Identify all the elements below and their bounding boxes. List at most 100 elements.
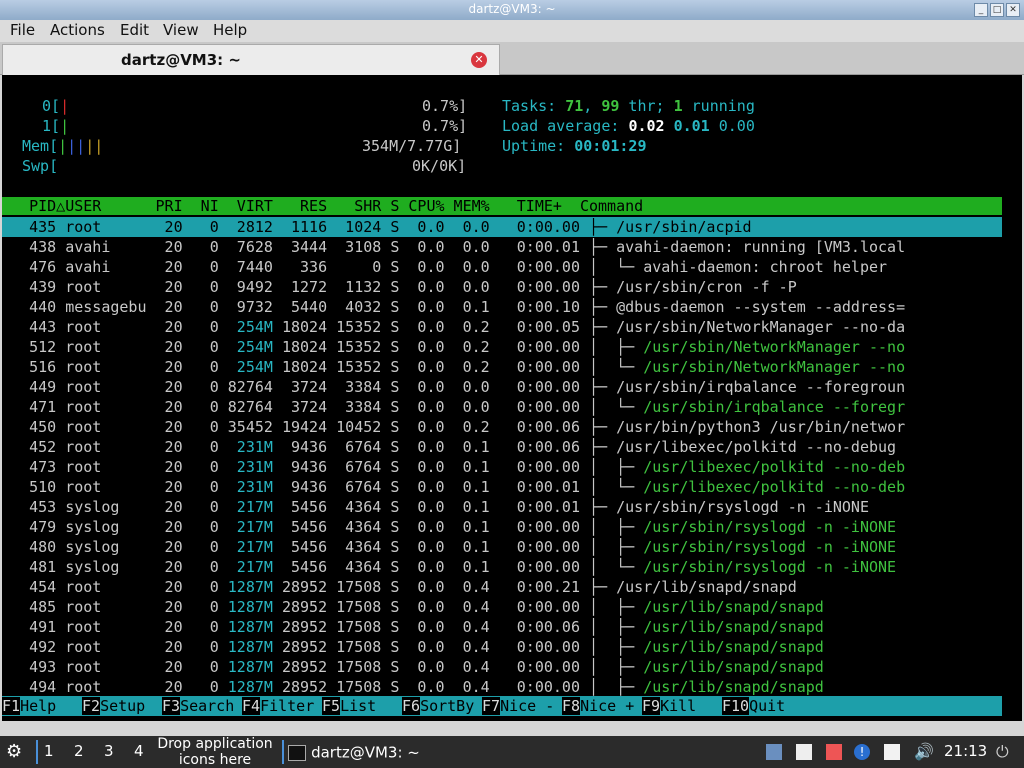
process-row[interactable]: 449 root 20 0 82764 3724 3384 S 0.0 0.0 … [2,377,905,397]
power-icon[interactable]: ⏻ [996,744,1012,760]
drop-zone[interactable]: Drop application icons here [150,736,280,768]
terminal-area[interactable]: 0[| 0.7%] 1[| 0.7%] Mem[||||| 354M/7.77G… [2,75,1022,721]
process-user: root [56,318,147,336]
process-row[interactable]: 491 root 20 0 1287M 28952 17508 S 0.0 0.… [2,617,824,637]
info-icon[interactable]: ! [854,744,870,760]
process-row[interactable]: 476 avahi 20 0 7440 336 0 S 0.0 0.0 0:00… [2,257,887,277]
process-tree: │ ├─ [580,618,644,636]
process-cpu: 0.0 [399,578,445,596]
display-icon[interactable] [884,744,900,760]
process-shr: 3384 [327,398,382,416]
fkey-filter-button[interactable]: F4Filter [242,696,314,716]
network-icon[interactable] [766,744,782,760]
process-pri: 20 [146,598,183,616]
process-res: 18024 [272,338,328,356]
mem-value: 354M/7.77G] [362,137,462,155]
process-row[interactable]: 512 root 20 0 254M 18024 15352 S 0.0 0.2… [2,337,905,357]
process-row[interactable]: 479 syslog 20 0 217M 5456 4364 S 0.0 0.1… [2,517,896,537]
volume-icon[interactable]: 🔊 [914,744,934,760]
process-row[interactable]: 453 syslog 20 0 217M 5456 4364 S 0.0 0.1… [2,497,869,517]
fkey-nice-button[interactable]: F7Nice - [482,696,554,716]
process-ni: 0 [182,398,219,416]
process-tree: ├─ [580,498,617,516]
drop-zone-line1: Drop application [157,736,273,752]
process-row[interactable]: 454 root 20 0 1287M 28952 17508 S 0.0 0.… [2,577,797,597]
process-row[interactable]: 471 root 20 0 82764 3724 3384 S 0.0 0.0 … [2,397,905,417]
process-state: S [381,458,400,476]
process-cpu: 0.0 [399,498,445,516]
start-menu-icon[interactable]: ⚙ [6,741,22,762]
workspace-4[interactable]: 4 [134,742,144,760]
process-state: S [381,558,400,576]
clipboard-icon[interactable] [796,744,812,760]
process-virt: 217M [218,558,273,576]
process-command: @dbus-daemon --system --address= [616,298,906,316]
process-row[interactable]: 494 root 20 0 1287M 28952 17508 S 0.0 0.… [2,677,824,697]
process-cpu: 0.0 [399,398,445,416]
update-notifier-icon[interactable] [826,744,842,760]
tab-close-icon[interactable]: ✕ [471,52,487,68]
process-state: S [381,378,400,396]
process-cpu: 0.0 [399,318,445,336]
menu-actions[interactable]: Actions [50,21,105,39]
process-row[interactable]: 438 avahi 20 0 7628 3444 3108 S 0.0 0.0 … [2,237,905,257]
process-command: /usr/sbin/irqbalance --foregroun [616,378,906,396]
menu-help[interactable]: Help [213,21,247,39]
minimize-icon[interactable]: _ [974,3,988,17]
process-row[interactable]: 516 root 20 0 254M 18024 15352 S 0.0 0.2… [2,357,905,377]
process-row[interactable]: 493 root 20 0 1287M 28952 17508 S 0.0 0.… [2,657,824,677]
process-row[interactable]: 492 root 20 0 1287M 28952 17508 S 0.0 0.… [2,637,824,657]
process-pid: 450 [2,418,57,436]
process-row[interactable]: 440 messagebu 20 0 9732 5440 4032 S 0.0 … [2,297,905,317]
menu-file[interactable]: File [10,21,35,39]
process-row[interactable]: 435 root 20 0 2812 1116 1024 S 0.0 0.0 0… [2,217,752,237]
fkey-list-button[interactable]: F5List [322,696,394,716]
process-row[interactable]: 481 syslog 20 0 217M 5456 4364 S 0.0 0.1… [2,557,896,577]
menu-edit[interactable]: Edit [120,21,149,39]
fkey-quit-button[interactable]: F10Quit [722,696,794,716]
fkey-setup-button[interactable]: F2Setup [82,696,154,716]
process-pri: 20 [146,278,183,296]
tab-terminal[interactable]: dartz@VM3: ~ ✕ [2,44,500,75]
process-state: S [381,478,400,496]
process-res: 28952 [272,678,328,696]
process-row[interactable]: 439 root 20 0 9492 1272 1132 S 0.0 0.0 0… [2,277,797,297]
menu-view[interactable]: View [163,21,199,39]
maximize-icon[interactable]: □ [990,3,1004,17]
process-state: S [381,418,400,436]
process-row[interactable]: 510 root 20 0 231M 9436 6764 S 0.0 0.1 0… [2,477,905,497]
process-state: S [381,638,400,656]
process-row[interactable]: 450 root 20 0 35452 19424 10452 S 0.0 0.… [2,417,905,437]
menubar: File Actions Edit View Help [0,20,1024,42]
column-headers[interactable]: PID△USER PRI NI VIRT RES SHR S CPU% MEM%… [2,196,643,216]
process-cpu: 0.0 [399,518,445,536]
process-command: /usr/lib/snapd/snapd [643,618,824,636]
process-user: root [56,638,147,656]
fkey-help-button[interactable]: F1Help [2,696,74,716]
task-button-terminal[interactable]: dartz@VM3: ~ [288,742,420,762]
process-user: syslog [56,498,147,516]
process-time: 0:00.00 [489,678,580,696]
process-virt: 7628 [218,238,273,256]
fkey-kill-button[interactable]: F9Kill [642,696,714,716]
workspace-1[interactable]: 1 [44,742,54,760]
fkey-sortby-button[interactable]: F6SortBy [402,696,474,716]
process-row[interactable]: 443 root 20 0 254M 18024 15352 S 0.0 0.2… [2,317,905,337]
fkey-nice-button[interactable]: F8Nice + [562,696,634,716]
process-pri: 20 [146,458,183,476]
process-row[interactable]: 473 root 20 0 231M 9436 6764 S 0.0 0.1 0… [2,457,905,477]
taskbar: ⚙ 1 2 3 4 Drop application icons here da… [0,736,1024,768]
process-table-header[interactable]: PID△USER PRI NI VIRT RES SHR S CPU% MEM%… [2,197,1002,215]
process-state: S [381,338,400,356]
process-row[interactable]: 480 syslog 20 0 217M 5456 4364 S 0.0 0.1… [2,537,896,557]
close-icon[interactable]: ✕ [1006,3,1020,17]
process-row[interactable]: 452 root 20 0 231M 9436 6764 S 0.0 0.1 0… [2,437,896,457]
process-row[interactable]: 485 root 20 0 1287M 28952 17508 S 0.0 0.… [2,597,824,617]
workspace-2[interactable]: 2 [74,742,84,760]
workspace-3[interactable]: 3 [104,742,114,760]
clock[interactable]: 21:13 [944,742,987,760]
fkey-search-button[interactable]: F3Search [162,696,234,716]
process-pid: 440 [2,298,57,316]
window-titlebar[interactable]: dartz@VM3: ~ _ □ ✕ [0,0,1024,20]
process-shr: 0 [327,258,382,276]
